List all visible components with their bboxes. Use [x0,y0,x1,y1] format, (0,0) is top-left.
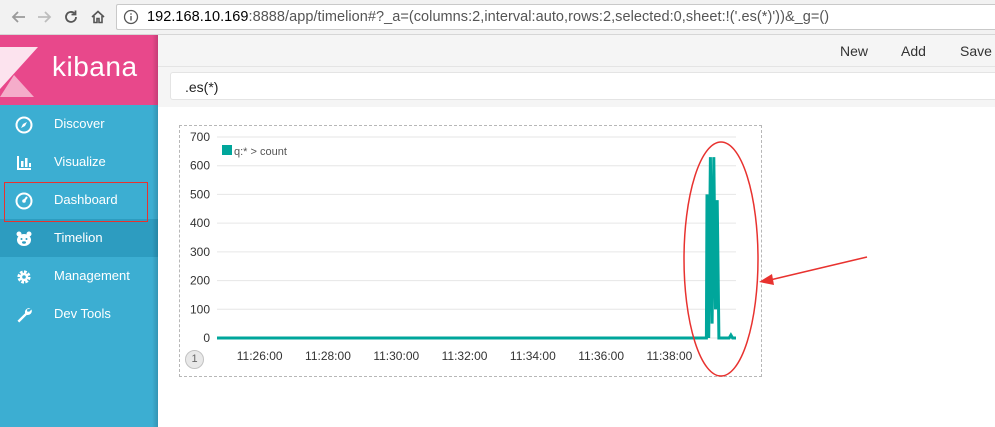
timelion-chart: 0 100 200 300 400 500 600 700 11:26:00 11:28:00 11… [190,130,868,377]
x-tick-label: 11:30:00 [373,349,419,363]
annotation-arrow-line [769,256,868,281]
y-tick-label: 300 [190,245,210,259]
x-tick-label: 11:26:00 [237,349,283,363]
x-tick-label: 11:34:00 [510,349,556,363]
x-tick-label: 11:36:00 [578,349,624,363]
y-tick-label: 500 [190,187,210,201]
x-tick-label: 11:28:00 [305,349,351,363]
legend-label: q:* > count [234,146,287,158]
legend-swatch [222,145,232,155]
x-tick-label: 11:32:00 [442,349,488,363]
y-tick-label: 100 [190,302,210,316]
series-line [217,157,736,340]
y-tick-label: 0 [203,331,210,345]
y-tick-label: 600 [190,159,210,173]
sheet-number-badge[interactable]: 1 [185,350,204,369]
annotation-arrow-head [759,274,774,285]
y-tick-label: 700 [190,130,210,144]
y-tick-label: 200 [190,274,210,288]
x-tick-label: 11:38:00 [647,349,693,363]
y-tick-label: 400 [190,216,210,230]
annotation-ellipse [683,141,759,377]
